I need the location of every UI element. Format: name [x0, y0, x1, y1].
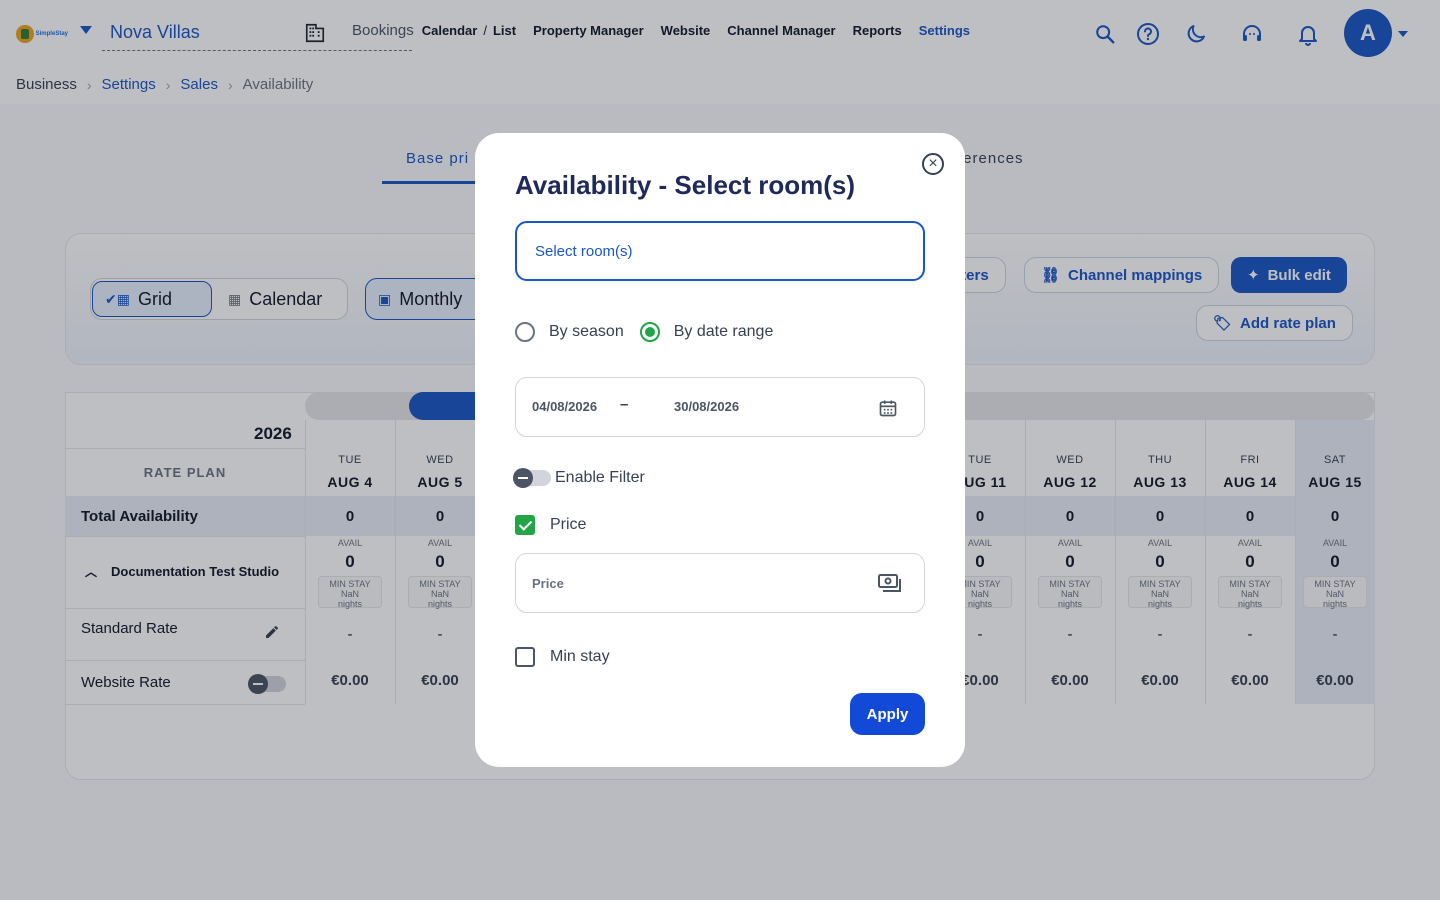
enable-filter-row: Enable Filter — [513, 468, 645, 488]
price-checkbox[interactable] — [515, 515, 535, 535]
date-separator: – — [620, 396, 629, 413]
price-check-row: Price — [515, 515, 586, 535]
modal-title: Availability - Select room(s) — [515, 170, 856, 200]
price-checkbox-label[interactable]: Price — [550, 516, 586, 534]
date-from[interactable]: 04/08/2026 — [532, 399, 597, 414]
by-date-range-label[interactable]: By date range — [674, 323, 774, 341]
min-stay-checkbox-label[interactable]: Min stay — [550, 648, 610, 666]
price-placeholder: Price — [532, 576, 564, 591]
min-stay-check-row: Min stay — [515, 647, 610, 667]
date-range-field[interactable]: 04/08/2026 – 30/08/2026 — [515, 377, 925, 437]
date-to[interactable]: 30/08/2026 — [674, 399, 739, 414]
calendar-icon[interactable] — [878, 398, 898, 418]
by-date-range-radio[interactable] — [639, 322, 660, 342]
enable-filter-toggle[interactable] — [513, 468, 551, 488]
mode-radio-group: By season By date range — [515, 322, 773, 342]
enable-filter-label: Enable Filter — [555, 469, 645, 486]
close-icon[interactable]: × — [922, 153, 944, 175]
room-select-input[interactable]: Select room(s) — [515, 221, 925, 281]
min-stay-checkbox[interactable] — [515, 647, 535, 667]
price-input[interactable]: Price — [515, 553, 925, 613]
availability-modal: × Availability - Select room(s) Select r… — [475, 133, 965, 767]
by-season-label[interactable]: By season — [549, 323, 624, 341]
cash-icon — [878, 574, 901, 592]
by-season-radio[interactable] — [515, 322, 535, 342]
apply-button[interactable]: Apply — [850, 693, 925, 735]
